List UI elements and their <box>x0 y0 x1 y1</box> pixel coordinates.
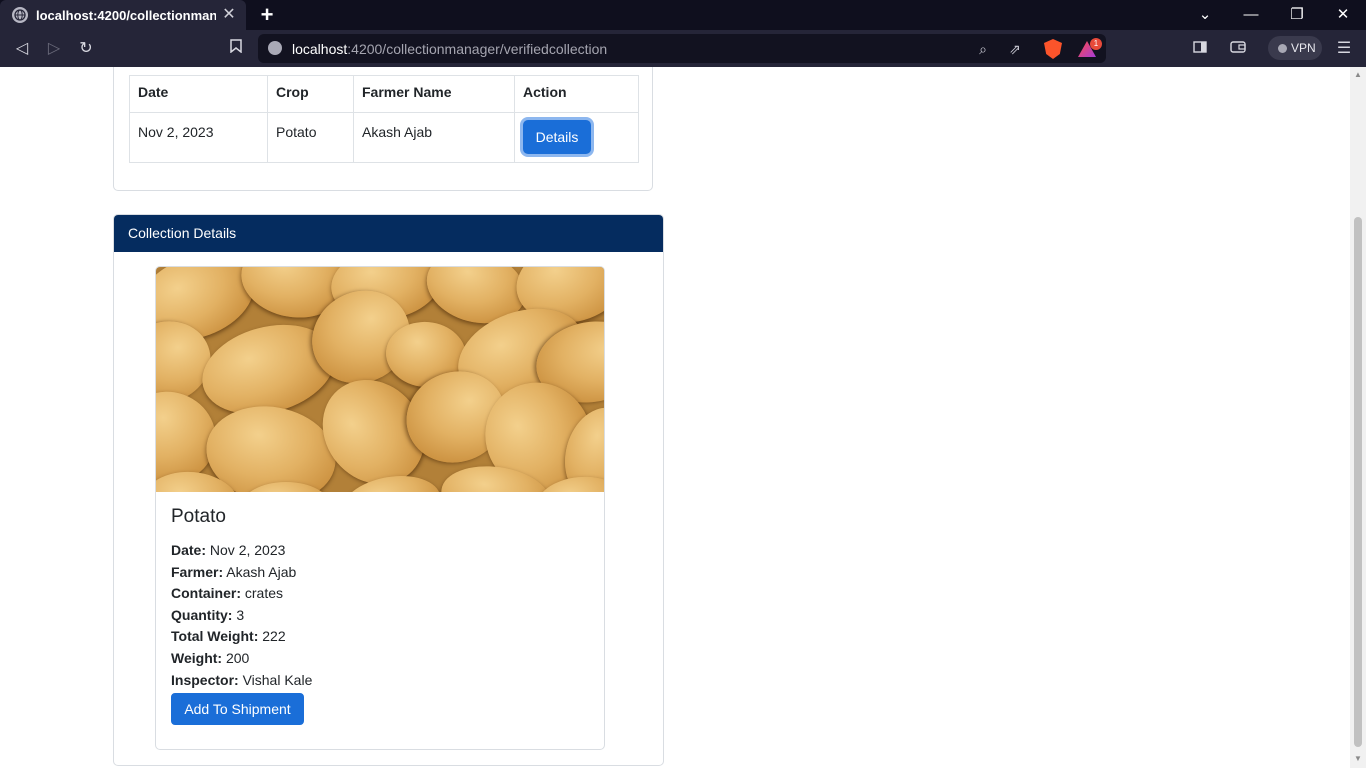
add-to-shipment-button[interactable]: Add To Shipment <box>171 693 304 726</box>
detail-inspector-label: Inspector: <box>171 671 239 688</box>
detail-date-value: Nov 2, 2023 <box>209 542 286 558</box>
back-icon[interactable]: ◁ <box>10 37 34 61</box>
details-button[interactable]: Details <box>523 120 591 154</box>
share-icon[interactable]: ⇗ <box>1005 39 1025 59</box>
wallet-icon[interactable] <box>1226 37 1250 61</box>
detail-farmer-value: Akash Ajab <box>226 563 297 580</box>
column-header-crop: Crop <box>267 75 354 113</box>
detail-inspector-value: Vishal Kale <box>242 671 313 688</box>
scrollbar-thumb[interactable] <box>1354 217 1362 747</box>
collections-card: Date Crop Farmer Name Action Nov 2, 2023… <box>113 67 653 191</box>
column-header-date: Date <box>129 75 268 113</box>
detail-container-value: crates <box>244 585 284 602</box>
forward-icon[interactable]: ▷ <box>42 37 66 61</box>
collection-details-card: Collection Details Potato Date: Nov 2, 2… <box>113 214 664 766</box>
bookmark-icon[interactable] <box>224 37 248 61</box>
detail-weight-value: 200 <box>225 649 250 666</box>
brave-shields-icon[interactable] <box>1044 39 1062 59</box>
page-viewport: Date Crop Farmer Name Action Nov 2, 2023… <box>0 67 1350 768</box>
menu-icon[interactable]: ☰ <box>1332 37 1356 61</box>
reload-icon[interactable]: ↻ <box>74 37 98 61</box>
close-window-icon[interactable]: ✕ <box>1331 3 1355 27</box>
detail-inspector: Inspector: Vishal Kale <box>171 670 589 692</box>
crop-title: Potato <box>171 506 226 527</box>
new-tab-icon[interactable]: + <box>256 4 278 26</box>
detail-date: Date: Nov 2, 2023 <box>171 540 589 562</box>
column-header-farmer: Farmer Name <box>353 75 515 113</box>
rewards-badge: 1 <box>1090 38 1102 50</box>
url-text[interactable]: localhost:4200/collectionmanager/verifie… <box>292 41 607 57</box>
detail-container: Container: crates <box>171 583 589 605</box>
detail-weight: Weight: 200 <box>171 648 589 670</box>
globe-icon <box>12 7 28 23</box>
column-header-action: Action <box>514 75 639 113</box>
detail-quantity-label: Quantity: <box>171 606 233 623</box>
detail-container-label: Container: <box>171 585 241 602</box>
detail-total-weight-label: Total Weight: <box>171 628 259 645</box>
detail-farmer-label: Farmer: <box>171 563 224 580</box>
cell-date: Nov 2, 2023 <box>129 112 268 163</box>
detail-date-label: Date: <box>171 542 207 558</box>
browser-tab[interactable]: localhost:4200/collectionmanager/verifie… <box>0 0 246 30</box>
detail-farmer: Farmer: Akash Ajab <box>171 562 589 584</box>
scroll-down-icon[interactable]: ▼ <box>1353 755 1363 763</box>
potato-image <box>156 267 604 492</box>
vpn-status-icon <box>1278 44 1287 53</box>
detail-quantity-value: 3 <box>236 606 245 623</box>
close-tab-icon[interactable]: ✕ <box>220 6 238 24</box>
cell-farmer: Akash Ajab <box>353 112 515 163</box>
vpn-button[interactable]: VPN <box>1268 36 1322 60</box>
url-path: :4200/collectionmanager/verifiedcollecti… <box>347 41 608 57</box>
cell-action: Details <box>514 112 639 163</box>
address-bar[interactable]: localhost:4200/collectionmanager/verifie… <box>258 34 1106 63</box>
zoom-icon[interactable]: ⌕ <box>973 39 993 59</box>
detail-total-weight-value: 222 <box>262 628 286 645</box>
detail-total-weight: Total Weight: 222 <box>171 626 589 648</box>
scroll-up-icon[interactable]: ▲ <box>1353 71 1363 79</box>
tab-title: localhost:4200/collectionmanager/verifie… <box>36 7 216 23</box>
minimize-icon[interactable]: — <box>1239 3 1263 27</box>
vpn-label: VPN <box>1291 41 1316 55</box>
url-host: localhost <box>292 41 348 57</box>
collection-details-header: Collection Details <box>114 215 663 252</box>
table-header-row: Date Crop Farmer Name Action <box>129 75 639 113</box>
crop-card-body: Potato Date: Nov 2, 2023 Farmer: Akash A… <box>156 492 604 739</box>
tab-strip: localhost:4200/collectionmanager/verifie… <box>0 0 1366 30</box>
page-scrollbar[interactable]: ▲ ▼ <box>1350 67 1366 768</box>
potato-shape <box>198 396 344 492</box>
cell-crop: Potato <box>267 112 354 163</box>
collections-table: Date Crop Farmer Name Action Nov 2, 2023… <box>129 75 639 163</box>
crop-card: Potato Date: Nov 2, 2023 Farmer: Akash A… <box>155 266 605 750</box>
browser-toolbar: ◁ ▷ ↻ localhost:4200/collectionmanager/v… <box>0 30 1366 67</box>
detail-quantity: Quantity: 3 <box>171 605 589 627</box>
sidebar-toggle-icon[interactable] <box>1188 37 1212 61</box>
restore-icon[interactable]: ❐ <box>1285 3 1309 27</box>
tab-search-chevron-icon[interactable]: ⌄ <box>1193 3 1217 27</box>
site-info-icon[interactable] <box>268 41 282 55</box>
table-row: Nov 2, 2023 Potato Akash Ajab Details <box>129 112 639 163</box>
detail-weight-label: Weight: <box>171 649 223 666</box>
